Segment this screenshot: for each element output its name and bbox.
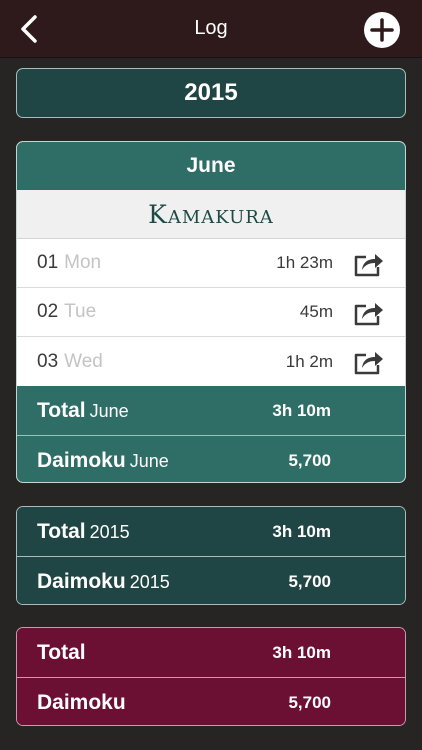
- total-value: 3h 10m: [272, 400, 331, 420]
- total-period: 2015: [89, 521, 130, 542]
- add-button[interactable]: [363, 11, 401, 49]
- share-icon[interactable]: [353, 250, 385, 278]
- daimoku-period: 2015: [129, 571, 170, 592]
- page-title: Log: [194, 17, 228, 39]
- year-daimoku-row: Daimoku 2015 5,700: [17, 557, 405, 604]
- all-time-summary-card: Total 3h 10m Daimoku 5,700: [16, 627, 406, 726]
- total-value: 3h 10m: [272, 642, 331, 662]
- month-total-row: Total June 3h 10m: [17, 386, 405, 435]
- navigation-bar: Log: [0, 0, 422, 58]
- total-value: 3h 10m: [272, 521, 331, 541]
- entry-weekday: Wed: [64, 350, 103, 372]
- entry-weekday: Tue: [64, 301, 97, 322]
- plus-circle-icon: [364, 12, 400, 48]
- share-icon[interactable]: [353, 299, 385, 327]
- all-total-row: Total 3h 10m: [17, 628, 405, 677]
- total-label: Total June: [37, 398, 129, 422]
- total-label: Total 2015: [37, 519, 130, 543]
- log-entry[interactable]: 01 Mon 1h 23m: [17, 239, 405, 288]
- entry-duration: 1h 2m: [285, 351, 333, 371]
- total-period: June: [89, 400, 129, 421]
- daimoku-value: 5,700: [288, 571, 331, 591]
- year-selector[interactable]: 2015: [16, 68, 406, 118]
- entry-date: 03 Wed: [37, 350, 103, 372]
- entry-duration: 45m: [299, 302, 333, 321]
- month-card: June Kamakura 01 Mon 1h 23m 02 Tue 45m 03 W…: [16, 141, 406, 483]
- month-daimoku-row: Daimoku June 5,700: [17, 436, 405, 482]
- daimoku-value: 5,700: [288, 692, 331, 712]
- year-summary-card: Total 2015 3h 10m Daimoku 2015 5,700: [16, 506, 406, 605]
- entry-duration: 1h 23m: [276, 253, 333, 272]
- year-total-row: Total 2015 3h 10m: [17, 507, 405, 556]
- month-header: June: [17, 142, 405, 190]
- daimoku-label: Daimoku: [37, 690, 126, 714]
- daimoku-label: Daimoku June: [37, 448, 169, 472]
- daimoku-label: Daimoku 2015: [37, 569, 170, 593]
- all-daimoku-row: Daimoku 5,700: [17, 678, 405, 725]
- daimoku-value: 5,700: [288, 450, 331, 470]
- entry-weekday: Mon: [64, 252, 102, 273]
- place-name: Kamakura: [17, 190, 405, 239]
- entry-date: 02 Tue: [37, 301, 97, 322]
- log-entry[interactable]: 03 Wed 1h 2m: [17, 337, 405, 386]
- entry-date: 01 Mon: [37, 252, 102, 273]
- daimoku-period: June: [129, 450, 169, 471]
- total-label: Total: [37, 640, 86, 664]
- log-entry[interactable]: 02 Tue 45m: [17, 288, 405, 337]
- share-icon[interactable]: [353, 348, 385, 376]
